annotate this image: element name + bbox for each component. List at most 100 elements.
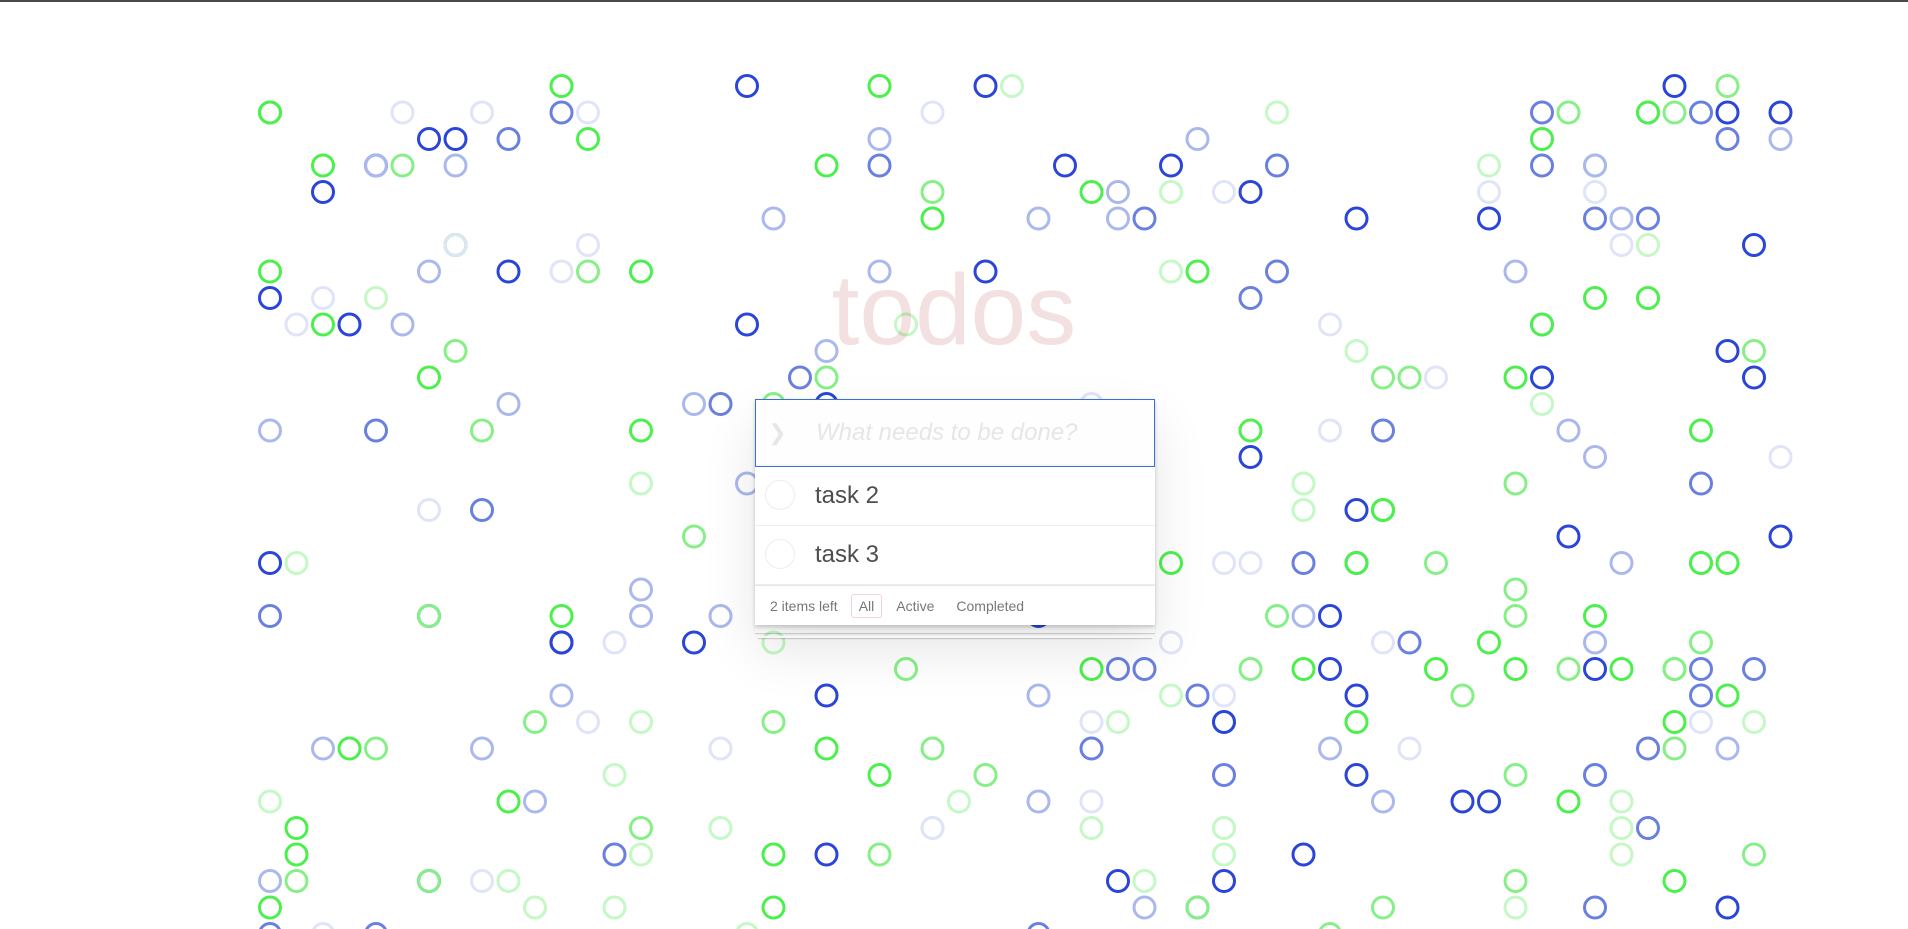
chevron-down-icon[interactable]: ❯	[755, 399, 800, 467]
background-ring	[1026, 683, 1051, 708]
background-ring	[1371, 418, 1395, 443]
background-ring	[1583, 604, 1607, 628]
background-ring	[682, 524, 706, 549]
background-ring	[443, 153, 468, 178]
background-ring	[1079, 710, 1104, 734]
background-ring	[1450, 683, 1475, 708]
background-ring	[1715, 74, 1740, 98]
background-ring	[311, 736, 335, 761]
background-ring	[1768, 445, 1793, 469]
background-ring	[814, 365, 839, 390]
background-ring	[1318, 657, 1342, 681]
background-ring	[1079, 789, 1104, 814]
background-ring	[867, 153, 892, 178]
background-ring	[1371, 895, 1395, 920]
background-ring	[1159, 180, 1183, 204]
new-todo-row: ❯	[755, 399, 1155, 467]
background-ring	[470, 869, 494, 893]
background-ring	[629, 816, 653, 840]
background-ring	[1132, 657, 1157, 681]
background-ring	[576, 233, 600, 257]
filter-completed[interactable]: Completed	[948, 594, 1032, 618]
background-ring	[1079, 736, 1104, 761]
filter-all[interactable]: All	[850, 593, 883, 618]
filter-active[interactable]: Active	[888, 594, 942, 618]
background-ring	[602, 842, 627, 867]
background-ring	[1238, 657, 1263, 681]
background-ring	[602, 763, 627, 787]
todo-checkbox[interactable]	[765, 539, 795, 569]
background-ring	[496, 127, 521, 151]
background-ring	[1477, 180, 1501, 204]
background-ring	[1397, 736, 1422, 761]
background-ring	[1503, 869, 1528, 893]
background-ring	[1768, 524, 1793, 549]
todo-footer: 2 items left All Active Completed	[755, 585, 1155, 625]
background-ring	[1530, 100, 1554, 125]
todo-checkbox[interactable]	[765, 480, 795, 510]
background-ring	[761, 710, 786, 734]
background-ring	[470, 418, 494, 443]
background-ring	[549, 630, 574, 655]
background-ring	[894, 657, 918, 681]
background-ring	[1689, 551, 1713, 575]
background-ring	[1371, 498, 1395, 522]
background-ring	[1662, 710, 1687, 734]
background-ring	[1609, 551, 1634, 575]
background-ring	[1185, 895, 1210, 920]
background-ring	[602, 895, 627, 920]
background-ring	[1583, 445, 1607, 469]
background-ring	[1291, 551, 1316, 575]
background-ring	[312, 922, 334, 929]
background-ring	[1079, 180, 1104, 204]
todo-label: task 3	[815, 541, 880, 568]
background-ring	[1530, 127, 1554, 151]
background-ring	[708, 816, 733, 840]
background-ring	[1000, 74, 1024, 98]
list-item[interactable]: task 2	[755, 467, 1155, 526]
background-ring	[549, 100, 574, 125]
background-ring	[576, 127, 600, 151]
background-ring	[1212, 816, 1236, 840]
background-ring	[1583, 763, 1607, 787]
background-ring	[1636, 100, 1660, 125]
background-ring	[576, 100, 600, 125]
background-ring	[258, 895, 282, 920]
background-ring	[258, 789, 282, 814]
background-ring	[736, 922, 758, 929]
background-ring	[1185, 683, 1210, 708]
background-ring	[788, 365, 812, 390]
background-ring	[1609, 816, 1634, 840]
background-ring	[1450, 789, 1475, 814]
background-ring	[1609, 233, 1634, 257]
background-ring	[523, 710, 547, 734]
background-ring	[1583, 895, 1607, 920]
background-ring	[1132, 895, 1157, 920]
background-ring	[708, 392, 733, 416]
list-item[interactable]: task 3	[755, 526, 1155, 585]
background-ring	[1079, 657, 1104, 681]
background-ring	[1477, 206, 1501, 231]
background-ring	[1477, 789, 1501, 814]
background-ring	[284, 551, 309, 575]
background-ring	[947, 789, 971, 814]
background-ring	[1636, 736, 1660, 761]
background-ring	[1715, 895, 1740, 920]
background-ring	[708, 604, 733, 628]
new-todo-input[interactable]	[755, 399, 1155, 467]
background-ring	[1212, 763, 1236, 787]
background-ring	[920, 100, 945, 125]
background-ring	[1265, 604, 1289, 628]
background-ring	[1106, 710, 1130, 734]
background-ring	[1742, 657, 1766, 681]
background-ring	[1689, 471, 1713, 496]
background-ring	[1715, 100, 1740, 125]
background-ring	[576, 710, 600, 734]
background-ring	[1556, 657, 1581, 681]
background-ring	[470, 736, 494, 761]
background-ring	[920, 816, 945, 840]
background-ring	[1689, 683, 1713, 708]
background-ring	[682, 392, 706, 416]
background-ring	[1026, 206, 1051, 231]
background-ring	[1689, 630, 1713, 655]
